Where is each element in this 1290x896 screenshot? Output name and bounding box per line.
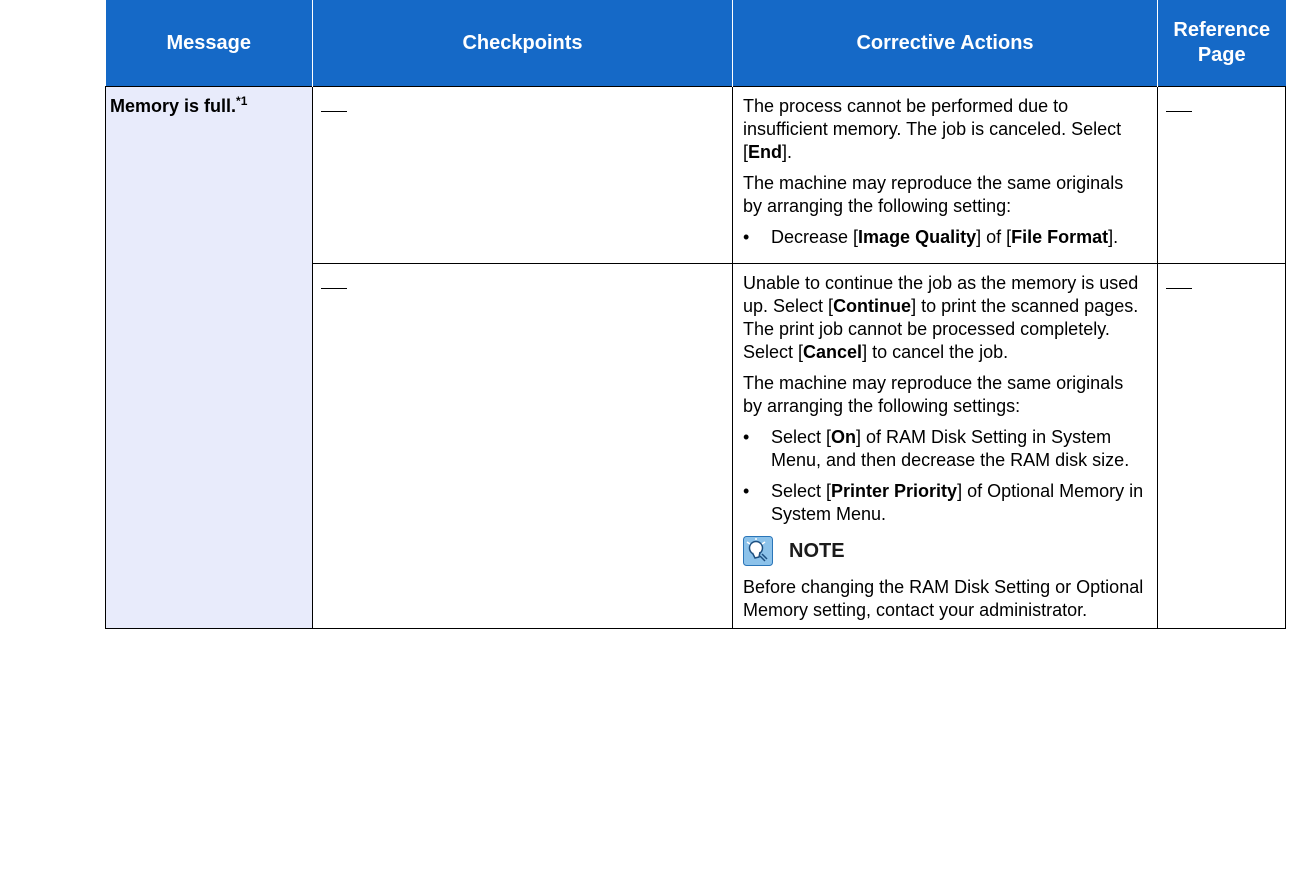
bullet-item: • Select [Printer Priority] of Optional … xyxy=(743,480,1147,526)
bullet-text: Decrease [Image Quality] of [File Format… xyxy=(771,226,1147,249)
bullet-text: Select [On] of RAM Disk Setting in Syste… xyxy=(771,426,1147,472)
checkpoint-cell xyxy=(312,86,733,264)
error-message-table: Message Checkpoints Corrective Actions R… xyxy=(105,0,1286,629)
bullet-item: • Select [On] of RAM Disk Setting in Sys… xyxy=(743,426,1147,472)
dash-icon xyxy=(1166,288,1192,289)
header-checkpoints: Checkpoints xyxy=(312,0,733,87)
bullet-icon: • xyxy=(743,481,750,501)
text-run: ]. xyxy=(782,142,793,162)
cancel-key: Cancel xyxy=(803,342,863,362)
bullet-text: Select [Printer Priority] of Optional Me… xyxy=(771,480,1147,526)
header-message: Message xyxy=(105,0,313,87)
bullet-icon: • xyxy=(743,427,750,447)
corrective-paragraph: Unable to continue the job as the memory… xyxy=(743,272,1147,364)
dash-icon xyxy=(321,288,347,289)
image-quality-key: Image Quality xyxy=(858,227,977,247)
footnote-marker: *1 xyxy=(236,94,248,108)
dash-icon xyxy=(321,111,347,112)
text-run: The process cannot be performed due to i… xyxy=(743,96,1122,162)
reference-cell xyxy=(1157,263,1286,629)
text-run: Decrease [ xyxy=(771,227,859,247)
message-cell: Memory is full.*1 xyxy=(105,86,313,629)
note-label: NOTE xyxy=(789,539,845,562)
checkpoint-cell xyxy=(312,263,733,629)
text-run: ] to cancel the job. xyxy=(862,342,1009,362)
text-run: Select [ xyxy=(771,427,832,447)
continue-key: Continue xyxy=(833,296,912,316)
printer-priority-key: Printer Priority xyxy=(831,481,958,501)
header-corrective-actions: Corrective Actions xyxy=(732,0,1158,87)
bullet-icon: • xyxy=(743,227,750,247)
corrective-paragraph: The machine may reproduce the same origi… xyxy=(743,373,1124,416)
on-key: On xyxy=(831,427,857,447)
header-reference-line2: Page xyxy=(1197,44,1246,66)
text-run: Select [ xyxy=(771,481,832,501)
corrective-action-cell: Unable to continue the job as the memory… xyxy=(732,263,1158,629)
reference-cell xyxy=(1157,86,1286,264)
note-text: Before changing the RAM Disk Setting or … xyxy=(743,577,1144,620)
corrective-action-cell: The process cannot be performed due to i… xyxy=(732,86,1158,264)
corrective-paragraph: The process cannot be performed due to i… xyxy=(743,95,1147,164)
dash-icon xyxy=(1166,111,1192,112)
corrective-paragraph: The machine may reproduce the same origi… xyxy=(743,173,1124,216)
text-run: ] of [ xyxy=(976,227,1012,247)
table-header-row: Message Checkpoints Corrective Actions R… xyxy=(105,0,1286,87)
end-key: End xyxy=(748,142,783,162)
text-run: ]. xyxy=(1108,227,1119,247)
note-heading: NOTE xyxy=(743,536,1147,566)
table-row: Memory is full.*1 The process cannot be … xyxy=(105,86,1286,629)
note-lightbulb-icon xyxy=(743,536,773,566)
header-reference-line1: Reference xyxy=(1173,19,1271,41)
bullet-item: • Decrease [Image Quality] of [File Form… xyxy=(743,226,1147,249)
file-format-key: File Format xyxy=(1011,227,1109,247)
header-reference-page: Reference Page xyxy=(1157,0,1286,87)
message-text: Memory is full. xyxy=(110,96,237,116)
